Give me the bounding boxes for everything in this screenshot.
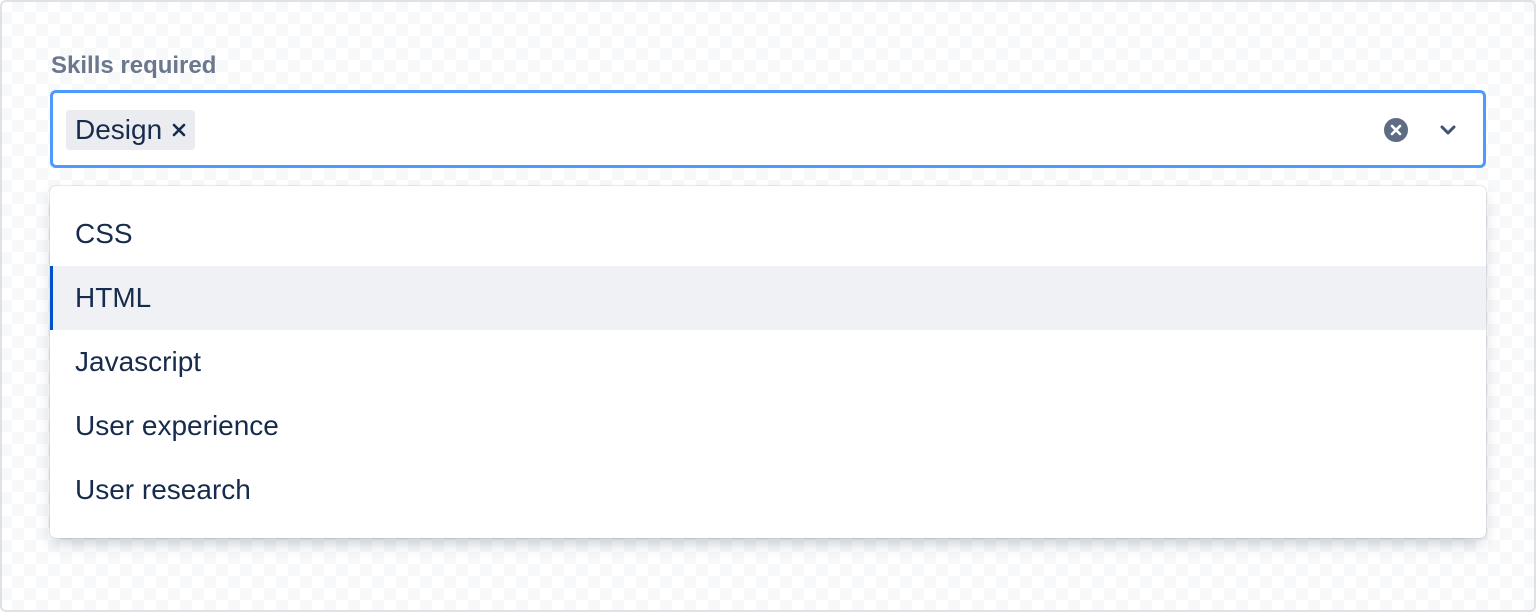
tag-remove-button[interactable] <box>171 122 187 138</box>
clear-circle-icon <box>1384 118 1408 142</box>
tag-label: Design <box>75 114 163 145</box>
option-user-experience[interactable]: User experience <box>50 394 1486 458</box>
close-icon <box>172 123 186 137</box>
option-html[interactable]: HTML <box>50 266 1486 330</box>
options-menu: CSS HTML Javascript User experience User… <box>50 186 1486 538</box>
clear-button[interactable] <box>1382 116 1410 144</box>
field-label: Skills required <box>51 52 217 79</box>
skills-multi-select[interactable]: Design <box>50 90 1486 168</box>
selected-tag-design: Design <box>66 110 196 150</box>
chevron-down-icon <box>1440 125 1456 135</box>
option-user-research[interactable]: User research <box>50 458 1486 522</box>
dropdown-toggle-button[interactable] <box>1434 116 1462 144</box>
option-javascript[interactable]: Javascript <box>50 330 1486 394</box>
option-css[interactable]: CSS <box>50 202 1486 266</box>
